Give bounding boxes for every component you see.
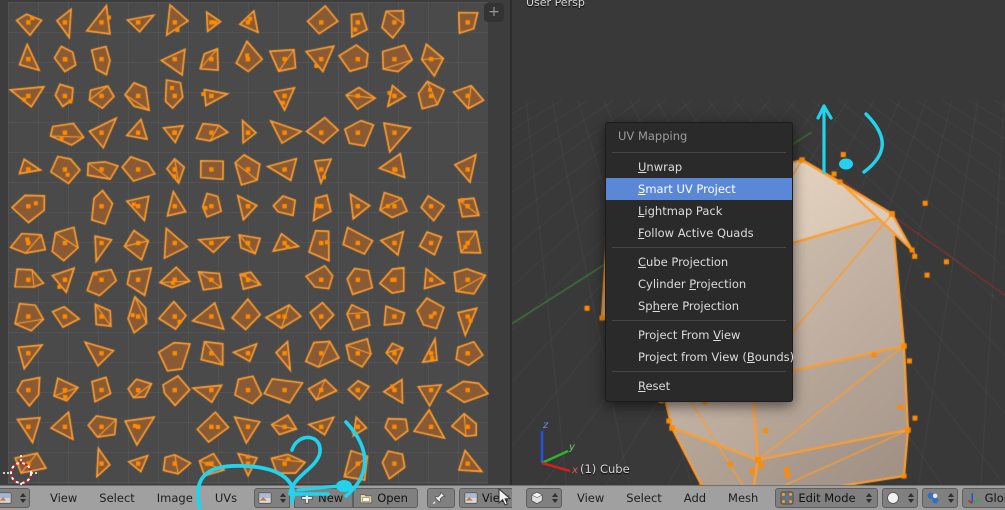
menu-item-lightmap-pack[interactable]: Lightmap Pack [606, 200, 792, 222]
spinner-arrows[interactable] [947, 493, 954, 503]
image-datablock-controls[interactable]: New Open [254, 488, 422, 508]
uv-mapping-menu[interactable]: UV Mapping Unwrap Smart UV Project Lightma… [605, 122, 794, 402]
uv-menu-item-image[interactable]: Image [146, 491, 204, 505]
menu-separator [612, 152, 786, 153]
interaction-mode-label: Edit Mode [798, 491, 856, 505]
menu-item-reset[interactable]: Reset [606, 375, 792, 397]
viewport-editor-type-button[interactable] [526, 488, 562, 508]
solid-shading-icon [886, 492, 899, 504]
spinner-arrows[interactable] [280, 493, 287, 503]
blender-window: + User Persp (1) Cube z y x UV Mapping U… [0, 0, 1005, 510]
spinner-arrows[interactable] [907, 493, 914, 503]
svg-text:y: y [568, 442, 576, 453]
uv-menu-item-view[interactable]: View [39, 491, 88, 505]
menu-item-project-from-view[interactable]: Project From View [606, 324, 792, 346]
menu-item-cylinder-projection[interactable]: Cylinder Projection [606, 273, 792, 295]
menu-item-sphere-projection[interactable]: Sphere Projection [606, 295, 792, 317]
viewport-header[interactable]: View Select Add Mesh Edit Mode Glo [512, 485, 1005, 510]
viewport-menu-item-mesh[interactable]: Mesh [717, 491, 769, 505]
snap-magnet-icon [927, 492, 939, 504]
uv-menu-item-select[interactable]: Select [88, 491, 145, 505]
new-image-label: New [318, 491, 344, 505]
menu-separator [612, 371, 786, 372]
viewport-menu-item-view[interactable]: View [566, 491, 615, 505]
3d-view-icon [531, 491, 543, 505]
uv-image-editor[interactable]: + [0, 0, 510, 486]
spinner-arrows[interactable] [865, 493, 872, 503]
spinner-arrows[interactable] [552, 493, 558, 503]
mouse-cursor [498, 488, 512, 506]
open-image-button[interactable]: Open [353, 488, 418, 508]
uv-mapping-menu-title: UV Mapping [618, 129, 688, 143]
uv-editor-icon [0, 492, 12, 504]
uv-region-toggle-button[interactable]: + [484, 3, 504, 22]
uv-editor-type-button[interactable] [0, 488, 34, 508]
viewport-axis-gizmo: z y x [540, 420, 578, 475]
viewport-menu-item-select[interactable]: Select [615, 491, 672, 505]
open-image-label: Open [377, 491, 408, 505]
viewport-menu-item-add[interactable]: Add [673, 491, 717, 505]
uv-editor-header[interactable]: View Select Image UVs New Open View [0, 485, 596, 510]
uv-islands-canvas[interactable] [0, 0, 510, 486]
viewport-menu-bar[interactable]: View Select Add Mesh [566, 491, 769, 505]
svg-text:x: x [571, 465, 578, 475]
pin-image-button[interactable] [426, 488, 455, 508]
uv-editor-menu-bar[interactable]: View Select Image UVs [39, 491, 248, 505]
menu-item-project-from-view-bounds[interactable]: Project from View (Bounds) [606, 346, 794, 368]
transform-orientation-dropdown[interactable]: Global [961, 488, 1005, 508]
image-datablock-browse-button[interactable] [254, 488, 291, 508]
spinner-arrows[interactable] [20, 493, 26, 503]
snapping-dropdown[interactable] [921, 488, 958, 508]
plus-icon [301, 492, 313, 504]
image-icon [464, 492, 478, 504]
svg-text:z: z [542, 420, 549, 431]
axis-icon [967, 493, 980, 504]
menu-item-cube-projection[interactable]: Cube Projection [606, 251, 792, 273]
pin-icon [432, 491, 446, 505]
interaction-mode-dropdown[interactable]: Edit Mode [775, 488, 878, 508]
edit-mode-icon [780, 491, 794, 505]
viewport-shading-dropdown[interactable] [881, 488, 918, 508]
menu-item-smart-uv-project[interactable]: Smart UV Project [606, 178, 792, 200]
menu-separator [612, 247, 786, 248]
viewport-view-label: User Persp [526, 0, 585, 9]
uv-menu-item-uvs[interactable]: UVs [204, 491, 248, 505]
image-icon [258, 492, 272, 504]
new-image-button[interactable]: New [294, 488, 354, 508]
folder-icon [360, 494, 373, 504]
menu-item-unwrap[interactable]: Unwrap [606, 156, 792, 178]
uv-mapping-menu-items[interactable]: Unwrap Smart UV Project Lightmap Pack Follo… [606, 156, 794, 397]
transform-orientation-label: Global [984, 491, 1005, 505]
menu-separator [612, 320, 786, 321]
uv-2d-cursor-icon [3, 455, 39, 486]
menu-item-follow-active-quads[interactable]: Follow Active Quads [606, 222, 792, 244]
